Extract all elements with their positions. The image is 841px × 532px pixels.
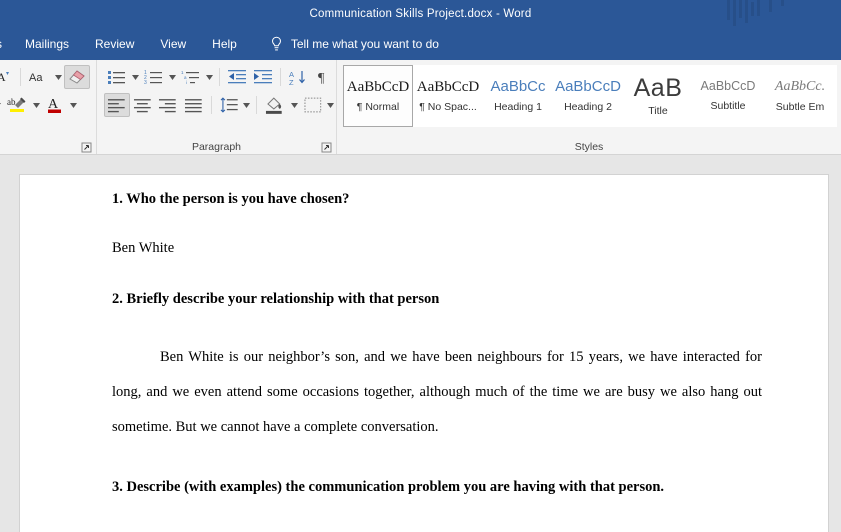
font-color-dropdown[interactable] <box>68 94 79 116</box>
borders-dropdown[interactable] <box>325 94 336 116</box>
svg-text:A: A <box>0 70 6 84</box>
increase-indent-button[interactable] <box>250 65 276 89</box>
font-dialog-launcher[interactable] <box>81 140 92 153</box>
text-highlight-color-button[interactable]: ab <box>3 93 31 117</box>
align-center-button[interactable] <box>130 93 156 117</box>
show-formatting-marks-button[interactable]: ¶ <box>311 65 335 89</box>
shading-bucket-button[interactable] <box>261 93 289 117</box>
separator <box>20 68 21 86</box>
svg-text:i: i <box>186 80 187 85</box>
style-item-no-spacing[interactable]: AaBbCcD ¶ No Spac... <box>413 65 483 127</box>
style-name-heading-1: Heading 1 <box>494 101 542 114</box>
separator <box>210 96 212 114</box>
tab-view[interactable]: View <box>147 28 199 60</box>
sort-az-button[interactable]: A Z <box>285 65 311 89</box>
line-spacing-dropdown[interactable] <box>241 94 252 116</box>
bullet-list-button[interactable] <box>104 65 130 89</box>
style-name-no-spacing: ¶ No Spac... <box>419 101 477 114</box>
justify-button[interactable] <box>181 93 207 117</box>
decrease-indent-button[interactable] <box>224 65 250 89</box>
ribbon-group-styles: AaBbCcD ¶ Normal AaBbCcD ¶ No Spac... Aa… <box>336 60 841 154</box>
svg-text:¶: ¶ <box>318 71 325 85</box>
clear-formatting-button[interactable] <box>64 65 90 89</box>
tell-me-search[interactable]: Tell me what you want to do <box>270 36 439 53</box>
style-item-heading-1[interactable]: AaBbCc Heading 1 <box>483 65 553 127</box>
svg-text:3: 3 <box>144 80 147 85</box>
style-preview-no-spacing: AaBbCcD <box>416 78 480 95</box>
style-item-subtle-emphasis[interactable]: AaBbCc. Subtle Em <box>763 65 837 127</box>
ribbon-tab-strip: s Mailings Review View Help Tell me what… <box>0 28 841 60</box>
svg-text:ab: ab <box>7 97 16 107</box>
style-preview-subtitle: AaBbCcD <box>700 79 756 94</box>
bullet-list-dropdown[interactable] <box>130 66 141 88</box>
tab-references-clipped[interactable]: s <box>0 28 12 60</box>
style-name-subtitle: Subtitle <box>710 99 746 112</box>
style-preview-heading-1: AaBbCc <box>490 77 546 95</box>
decrease-font-size-button[interactable]: A <box>0 65 16 89</box>
paragraph-group-label: Paragraph <box>191 141 242 153</box>
style-item-subtitle[interactable]: AaBbCcD Subtitle <box>693 65 763 127</box>
ribbon-group-paragraph: 1 2 3 1 a i A Z ¶ Paragraph <box>96 60 336 154</box>
ribbon: A Aa ab A 1 2 3 1 a i A Z ¶ Paragraph Aa… <box>0 60 841 155</box>
question-3: 3. Describe (with examples) the communic… <box>112 479 665 496</box>
numbered-list-button[interactable]: 1 2 3 <box>141 65 167 89</box>
style-preview-heading-2: AaBbCcD <box>555 77 621 95</box>
style-item-normal[interactable]: AaBbCcD ¶ Normal <box>343 65 413 127</box>
styles-group-label: Styles <box>574 141 604 153</box>
document-title: Communication Skills Project.docx - Word <box>309 8 532 20</box>
change-case-dropdown[interactable] <box>53 66 64 88</box>
style-preview-title: AaB <box>633 74 683 103</box>
style-item-title[interactable]: AaB Title <box>623 65 693 127</box>
style-preview-subtle-emphasis: AaBbCc. <box>774 79 826 95</box>
borders-button[interactable] <box>300 93 326 117</box>
document-body[interactable]: 1. Who the person is you have chosen? Be… <box>20 175 828 532</box>
text-highlight-dropdown[interactable] <box>31 94 42 116</box>
lightbulb-icon <box>271 36 281 50</box>
paragraph-dialog-launcher[interactable] <box>321 140 332 153</box>
multilevel-list-button[interactable]: 1 a i <box>178 65 204 89</box>
align-right-button[interactable] <box>155 93 181 117</box>
separator <box>256 96 258 114</box>
answer-2: Ben White is our neighbor’s son, and we … <box>112 349 762 436</box>
tab-help[interactable]: Help <box>199 28 250 60</box>
shading-dropdown[interactable] <box>289 94 300 116</box>
document-page[interactable]: 1. Who the person is you have chosen? Be… <box>20 175 828 532</box>
svg-text:Aa: Aa <box>29 72 43 84</box>
answer-1: Ben White <box>112 240 175 256</box>
numbered-list-dropdown[interactable] <box>167 66 178 88</box>
titlebar-decoration <box>727 0 784 26</box>
style-item-heading-2[interactable]: AaBbCcD Heading 2 <box>553 65 623 127</box>
style-name-heading-2: Heading 2 <box>564 101 612 114</box>
separator <box>219 68 220 86</box>
tab-review[interactable]: Review <box>82 28 147 60</box>
style-name-title: Title <box>648 104 668 117</box>
answer-3: The problem I am having with ben is that… <box>112 528 762 532</box>
document-workspace[interactable]: 1. Who the person is you have chosen? Be… <box>0 155 841 532</box>
tab-mailings[interactable]: Mailings <box>12 28 82 60</box>
style-preview-normal: AaBbCcD <box>346 78 410 95</box>
align-left-button[interactable] <box>104 93 130 117</box>
line-spacing-button[interactable] <box>216 93 242 117</box>
tell-me-label: Tell me what you want to do <box>290 37 439 51</box>
svg-text:Z: Z <box>289 78 294 86</box>
ribbon-group-font: A Aa ab A <box>0 60 96 154</box>
separator <box>280 68 281 86</box>
question-1: 1. Who the person is you have chosen? <box>112 191 350 207</box>
styles-gallery: AaBbCcD ¶ Normal AaBbCcD ¶ No Spac... Aa… <box>343 65 841 127</box>
font-color-button[interactable]: A <box>42 93 68 117</box>
question-2: 2. Briefly describe your relationship wi… <box>112 291 440 307</box>
style-name-subtle-emphasis: Subtle Em <box>775 100 825 113</box>
title-bar: Communication Skills Project.docx - Word <box>0 0 841 28</box>
multilevel-list-dropdown[interactable] <box>204 66 215 88</box>
change-case-button[interactable]: Aa <box>25 65 53 89</box>
style-name-normal: ¶ Normal <box>356 101 400 114</box>
